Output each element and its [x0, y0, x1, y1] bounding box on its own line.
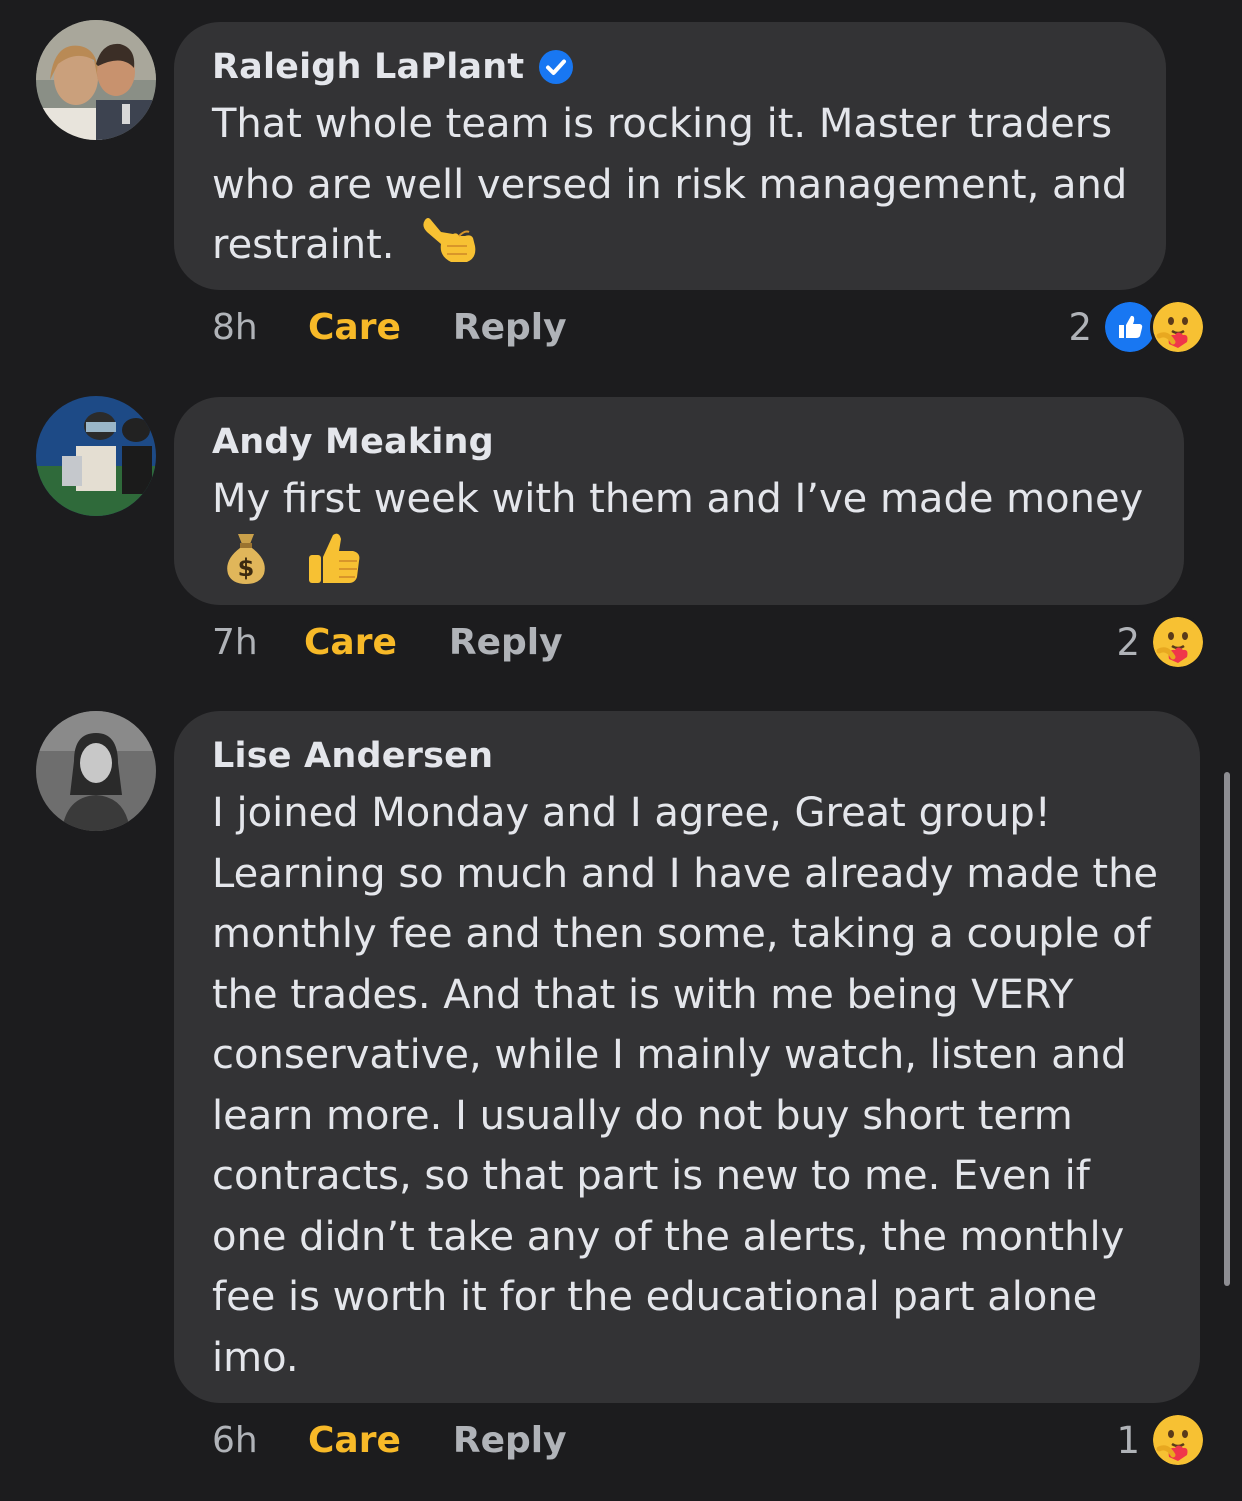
reply-button[interactable]: Reply: [453, 1420, 567, 1461]
reply-button[interactable]: Reply: [449, 622, 563, 663]
reply-button[interactable]: Reply: [453, 307, 567, 348]
comment-actions: 7h Care Reply 2: [212, 614, 1206, 670]
reaction-count: 1: [1116, 1418, 1140, 1462]
care-icon: [1150, 299, 1206, 355]
svg-text:$: $: [238, 554, 255, 582]
care-reaction-button[interactable]: Care: [308, 1420, 401, 1461]
reaction-count: 2: [1116, 620, 1140, 664]
avatar[interactable]: [36, 711, 156, 831]
comment-text: I joined Monday and I agree, Great group…: [212, 790, 1159, 1381]
timestamp[interactable]: 7h: [212, 622, 304, 663]
money-bag-icon: $: [227, 533, 265, 584]
comment-bubble: Andy Meaking My first week with them and…: [174, 397, 1184, 605]
comment-bubble: Raleigh LaPlant That whole team is rocki…: [174, 22, 1166, 290]
scrollbar[interactable]: [1224, 772, 1230, 1286]
comment-bubble: Lise Andersen I joined Monday and I agre…: [174, 711, 1200, 1403]
author-name[interactable]: Lise Andersen: [212, 736, 493, 776]
timestamp[interactable]: 8h: [212, 307, 308, 348]
reaction-summary[interactable]: 1: [1116, 1412, 1206, 1468]
care-icon: [1150, 1412, 1206, 1468]
reaction-count: 2: [1068, 305, 1092, 349]
call-me-hand-icon: [423, 218, 476, 262]
care-reaction-button[interactable]: Care: [308, 307, 401, 348]
comment-actions: 6h Care Reply 1: [212, 1412, 1206, 1468]
reaction-summary[interactable]: 2: [1068, 299, 1206, 355]
reaction-summary[interactable]: 2: [1116, 614, 1206, 670]
comment-actions: 8h Care Reply 2: [212, 299, 1206, 355]
avatar[interactable]: [36, 20, 156, 140]
comment-text: My first week with them and I’ve made mo…: [212, 469, 1146, 590]
care-reaction-button[interactable]: Care: [304, 622, 397, 663]
verified-badge-icon: [539, 50, 574, 84]
author-name[interactable]: Raleigh LaPlant: [212, 47, 524, 87]
care-icon: [1150, 614, 1206, 670]
timestamp[interactable]: 6h: [212, 1420, 308, 1461]
author-name[interactable]: Andy Meaking: [212, 422, 494, 462]
comment-text: That whole team is rocking it. Master tr…: [212, 101, 1128, 268]
avatar[interactable]: [36, 396, 156, 516]
thumbs-up-icon: [308, 533, 360, 583]
